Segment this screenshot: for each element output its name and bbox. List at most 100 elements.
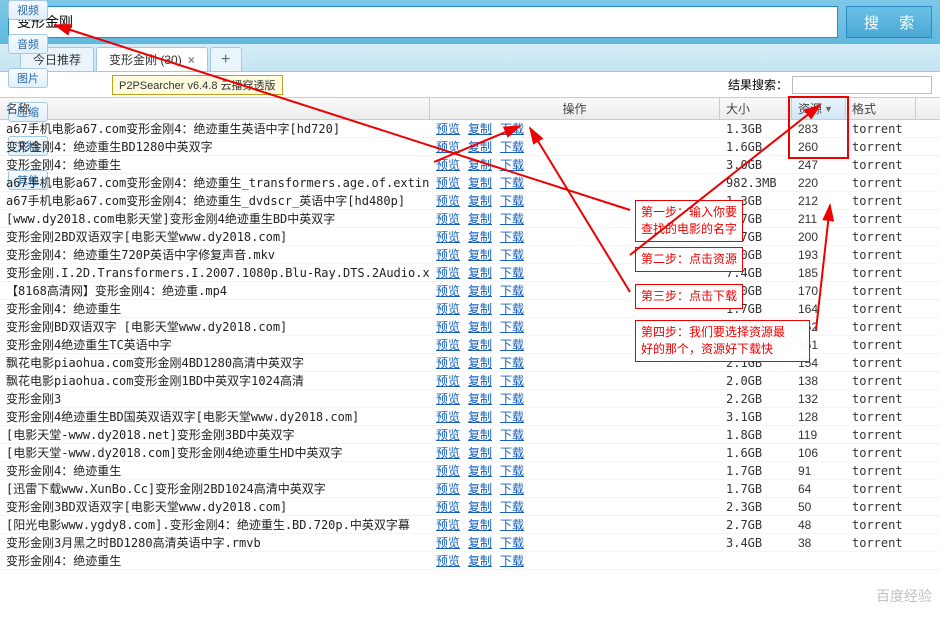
download-link[interactable]: 下载 [500, 158, 524, 172]
copy-link[interactable]: 复制 [468, 248, 492, 262]
table-row[interactable]: 变形金刚2BD双语双字[电影天堂www.dy2018.com]预览复制下载1.7… [0, 228, 940, 246]
col-resource[interactable]: 资源 ▼ [792, 98, 846, 119]
copy-link[interactable]: 复制 [468, 356, 492, 370]
close-icon[interactable]: × [188, 53, 195, 67]
table-row[interactable]: 变形金刚.I.2D.Transformers.I.2007.1080p.Blu-… [0, 264, 940, 282]
copy-link[interactable]: 复制 [468, 536, 492, 550]
col-format[interactable]: 格式 [846, 98, 916, 119]
preview-link[interactable]: 预览 [436, 320, 460, 334]
copy-link[interactable]: 复制 [468, 140, 492, 154]
preview-link[interactable]: 预览 [436, 500, 460, 514]
table-row[interactable]: 变形金刚4：绝迹重生BD1280中英双字预览复制下载1.6GB260torren… [0, 138, 940, 156]
preview-link[interactable]: 预览 [436, 212, 460, 226]
preview-link[interactable]: 预览 [436, 194, 460, 208]
download-link[interactable]: 下载 [500, 482, 524, 496]
preview-link[interactable]: 预览 [436, 284, 460, 298]
preview-link[interactable]: 预览 [436, 464, 460, 478]
preview-link[interactable]: 预览 [436, 230, 460, 244]
download-link[interactable]: 下载 [500, 356, 524, 370]
preview-link[interactable]: 预览 [436, 446, 460, 460]
table-row[interactable]: 变形金刚3月黑之时BD1280高清英语中字.rmvb预览复制下载3.4GB38t… [0, 534, 940, 552]
download-link[interactable]: 下载 [500, 410, 524, 424]
preview-link[interactable]: 预览 [436, 176, 460, 190]
copy-link[interactable]: 复制 [468, 410, 492, 424]
filter-2[interactable]: 音频 [8, 34, 48, 54]
copy-link[interactable]: 复制 [468, 338, 492, 352]
preview-link[interactable]: 预览 [436, 536, 460, 550]
table-row[interactable]: 变形金刚4：绝迹重生预览复制下载 [0, 552, 940, 570]
copy-link[interactable]: 复制 [468, 284, 492, 298]
download-link[interactable]: 下载 [500, 302, 524, 316]
preview-link[interactable]: 预览 [436, 158, 460, 172]
download-link[interactable]: 下载 [500, 266, 524, 280]
col-name[interactable]: 名称 [0, 98, 430, 119]
copy-link[interactable]: 复制 [468, 230, 492, 244]
preview-link[interactable]: 预览 [436, 482, 460, 496]
download-link[interactable]: 下载 [500, 248, 524, 262]
preview-link[interactable]: 预览 [436, 518, 460, 532]
copy-link[interactable]: 复制 [468, 320, 492, 334]
copy-link[interactable]: 复制 [468, 176, 492, 190]
copy-link[interactable]: 复制 [468, 392, 492, 406]
copy-link[interactable]: 复制 [468, 446, 492, 460]
preview-link[interactable]: 预览 [436, 248, 460, 262]
download-link[interactable]: 下载 [500, 374, 524, 388]
table-row[interactable]: 变形金刚4：绝迹重生预览复制下载1.7GB91torrent [0, 462, 940, 480]
table-row[interactable]: a67手机电影a67.com变形金刚4：绝迹重生_dvdscr_英语中字[hd4… [0, 192, 940, 210]
download-link[interactable]: 下载 [500, 500, 524, 514]
table-row[interactable]: 变形金刚4绝迹重生TC英语中字预览复制下载364.9MB161torrent [0, 336, 940, 354]
table-row[interactable]: 飘花电影piaohua.com变形金刚4BD1280高清中英双字预览复制下载2.… [0, 354, 940, 372]
tab-search-result[interactable]: 变形金刚 (30) × [96, 47, 208, 71]
copy-link[interactable]: 复制 [468, 554, 492, 568]
copy-link[interactable]: 复制 [468, 428, 492, 442]
table-row[interactable]: 变形金刚3预览复制下载2.2GB132torrent [0, 390, 940, 408]
download-link[interactable]: 下载 [500, 194, 524, 208]
search-button[interactable]: 搜 索 [846, 6, 932, 38]
result-search-input[interactable] [792, 76, 932, 94]
preview-link[interactable]: 预览 [436, 266, 460, 280]
table-row[interactable]: [电影天堂-www.dy2018.com]变形金刚4绝迹重生HD中英双字预览复制… [0, 444, 940, 462]
preview-link[interactable]: 预览 [436, 410, 460, 424]
copy-link[interactable]: 复制 [468, 482, 492, 496]
preview-link[interactable]: 预览 [436, 356, 460, 370]
copy-link[interactable]: 复制 [468, 212, 492, 226]
copy-link[interactable]: 复制 [468, 194, 492, 208]
table-row[interactable]: a67手机电影a67.com变形金刚4：绝迹重生_transformers.ag… [0, 174, 940, 192]
download-link[interactable]: 下载 [500, 392, 524, 406]
preview-link[interactable]: 预览 [436, 338, 460, 352]
table-row[interactable]: [www.dy2018.com电影天堂]变形金刚4绝迹重生BD中英双字预览复制下… [0, 210, 940, 228]
filter-3[interactable]: 图片 [8, 68, 48, 88]
preview-link[interactable]: 预览 [436, 122, 460, 136]
download-link[interactable]: 下载 [500, 284, 524, 298]
preview-link[interactable]: 预览 [436, 428, 460, 442]
copy-link[interactable]: 复制 [468, 122, 492, 136]
table-row[interactable]: 变形金刚4：绝迹重生预览复制下载3.0GB247torrent [0, 156, 940, 174]
col-size[interactable]: 大小 [720, 98, 792, 119]
table-row[interactable]: 变形金刚4绝迹重生BD国英双语双字[电影天堂www.dy2018.com]预览复… [0, 408, 940, 426]
download-link[interactable]: 下载 [500, 338, 524, 352]
download-link[interactable]: 下载 [500, 320, 524, 334]
table-row[interactable]: 变形金刚BD双语双字 [电影天堂www.dy2018.com]预览复制下载1.9… [0, 318, 940, 336]
preview-link[interactable]: 预览 [436, 140, 460, 154]
copy-link[interactable]: 复制 [468, 158, 492, 172]
download-link[interactable]: 下载 [500, 230, 524, 244]
download-link[interactable]: 下载 [500, 464, 524, 478]
copy-link[interactable]: 复制 [468, 266, 492, 280]
add-tab-button[interactable]: + [210, 47, 242, 71]
table-row[interactable]: 变形金刚3BD双语双字[电影天堂www.dy2018.com]预览复制下载2.3… [0, 498, 940, 516]
table-row[interactable]: 飘花电影piaohua.com变形金刚1BD中英双字1024高清预览复制下载2.… [0, 372, 940, 390]
table-row[interactable]: [电影天堂-www.dy2018.net]变形金刚3BD中英双字预览复制下载1.… [0, 426, 940, 444]
table-row[interactable]: a67手机电影a67.com变形金刚4：绝迹重生英语中字[hd720]预览复制下… [0, 120, 940, 138]
download-link[interactable]: 下载 [500, 554, 524, 568]
table-row[interactable]: 变形金刚4：绝迹重生预览复制下载1.7GB164torrent [0, 300, 940, 318]
table-row[interactable]: [阳光电影www.ygdy8.com].变形金刚4：绝迹重生.BD.720p.中… [0, 516, 940, 534]
download-link[interactable]: 下载 [500, 176, 524, 190]
download-link[interactable]: 下载 [500, 428, 524, 442]
copy-link[interactable]: 复制 [468, 500, 492, 514]
filter-1[interactable]: 视频 [8, 0, 48, 20]
copy-link[interactable]: 复制 [468, 374, 492, 388]
preview-link[interactable]: 预览 [436, 554, 460, 568]
preview-link[interactable]: 预览 [436, 302, 460, 316]
preview-link[interactable]: 预览 [436, 374, 460, 388]
search-input[interactable] [8, 6, 838, 38]
